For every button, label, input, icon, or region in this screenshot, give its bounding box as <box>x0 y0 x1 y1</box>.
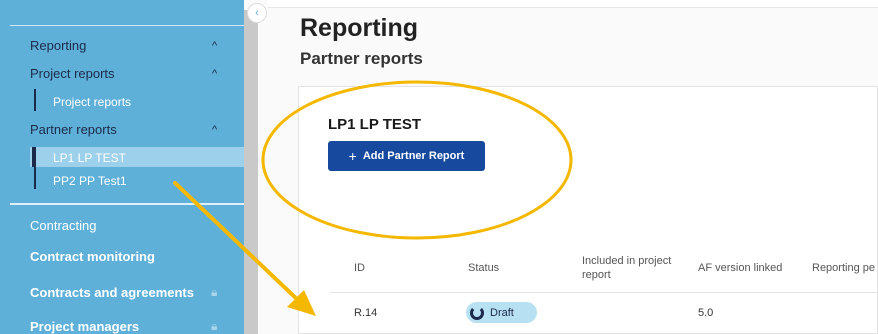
annotation-overlay <box>173 80 573 316</box>
highlight-ellipse <box>261 80 573 240</box>
annotation-arrow-line <box>173 181 302 304</box>
app-root: Reporting ^ Project reports ^ Project re… <box>0 0 878 334</box>
